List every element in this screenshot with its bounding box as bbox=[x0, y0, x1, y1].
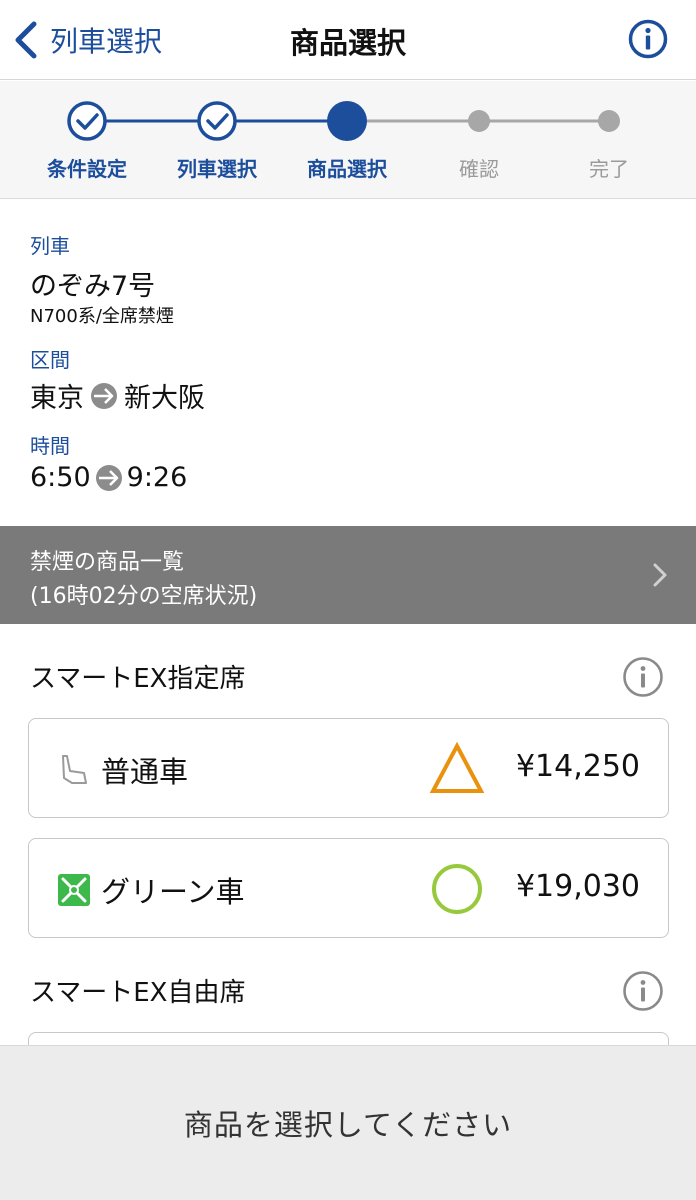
time-label: 時間 bbox=[30, 434, 70, 458]
train-name: のぞみ7号 bbox=[30, 271, 156, 302]
step-label-product: 商品選択 bbox=[307, 157, 387, 181]
info-circle-icon[interactable] bbox=[622, 970, 664, 1012]
card-label: 普通車 bbox=[101, 755, 189, 789]
step-active-dot bbox=[327, 101, 367, 141]
triangle-status-icon bbox=[429, 741, 485, 793]
step-label-train: 列車選択 bbox=[177, 157, 257, 181]
bottom-action-bar[interactable]: 商品を選択してください bbox=[0, 1046, 696, 1200]
route: 東京 新大阪 bbox=[30, 376, 205, 415]
depart-time: 6:50 bbox=[30, 462, 91, 493]
step-done-icon bbox=[67, 101, 107, 141]
section-label: 区間 bbox=[30, 348, 70, 372]
train-label: 列車 bbox=[30, 234, 70, 258]
progress-stepper: 条件設定 列車選択 商品選択 確認 完了 bbox=[0, 81, 696, 199]
circle-status-icon bbox=[432, 864, 482, 914]
info-circle-icon[interactable] bbox=[628, 19, 668, 59]
card-price: ¥19,030 bbox=[515, 869, 640, 904]
product-list-banner[interactable]: 禁煙の商品一覧 (16時02分の空席状況) bbox=[0, 526, 696, 624]
step-todo-dot bbox=[598, 110, 620, 132]
banner-title: 禁煙の商品一覧 bbox=[30, 550, 185, 575]
page-title: 商品選択 bbox=[289, 26, 406, 60]
info-circle-icon[interactable] bbox=[622, 656, 664, 698]
reserved-section-title: スマートEX指定席 bbox=[30, 664, 246, 694]
from-station: 東京 bbox=[30, 383, 84, 414]
time-range: 6:50 9:26 bbox=[30, 462, 187, 493]
ordinary-car-card[interactable]: 普通車 ¥14,250 bbox=[28, 718, 669, 818]
arrow-right-circle-icon bbox=[95, 464, 122, 491]
step-label-confirm: 確認 bbox=[459, 157, 499, 181]
chevron-right-icon bbox=[653, 563, 667, 587]
arrive-time: 9:26 bbox=[126, 462, 188, 493]
step-done-icon bbox=[197, 101, 237, 141]
step-label-conditions: 条件設定 bbox=[47, 157, 127, 181]
to-station: 新大阪 bbox=[124, 383, 205, 414]
banner-subtitle: (16時02分の空席状況) bbox=[30, 584, 258, 609]
arrow-right-circle-icon bbox=[91, 382, 117, 409]
card-label: グリーン車 bbox=[101, 875, 245, 909]
unreserved-section-title: スマートEX自由席 bbox=[30, 978, 246, 1008]
card-price: ¥14,250 bbox=[515, 749, 640, 784]
green-car-icon bbox=[58, 874, 90, 906]
navigation-bar: 列車選択 商品選択 bbox=[0, 0, 696, 80]
seat-icon bbox=[62, 755, 87, 784]
train-detail: N700系/全席禁煙 bbox=[30, 306, 174, 327]
step-todo-dot bbox=[468, 110, 490, 132]
step-label-complete: 完了 bbox=[589, 157, 629, 181]
select-product-message: 商品を選択してください bbox=[183, 1108, 513, 1142]
green-car-card[interactable]: グリーン車 ¥19,030 bbox=[28, 838, 669, 938]
train-info: 列車 のぞみ7号 N700系/全席禁煙 区間 東京 新大阪 時間 6:50 9:… bbox=[0, 200, 696, 526]
